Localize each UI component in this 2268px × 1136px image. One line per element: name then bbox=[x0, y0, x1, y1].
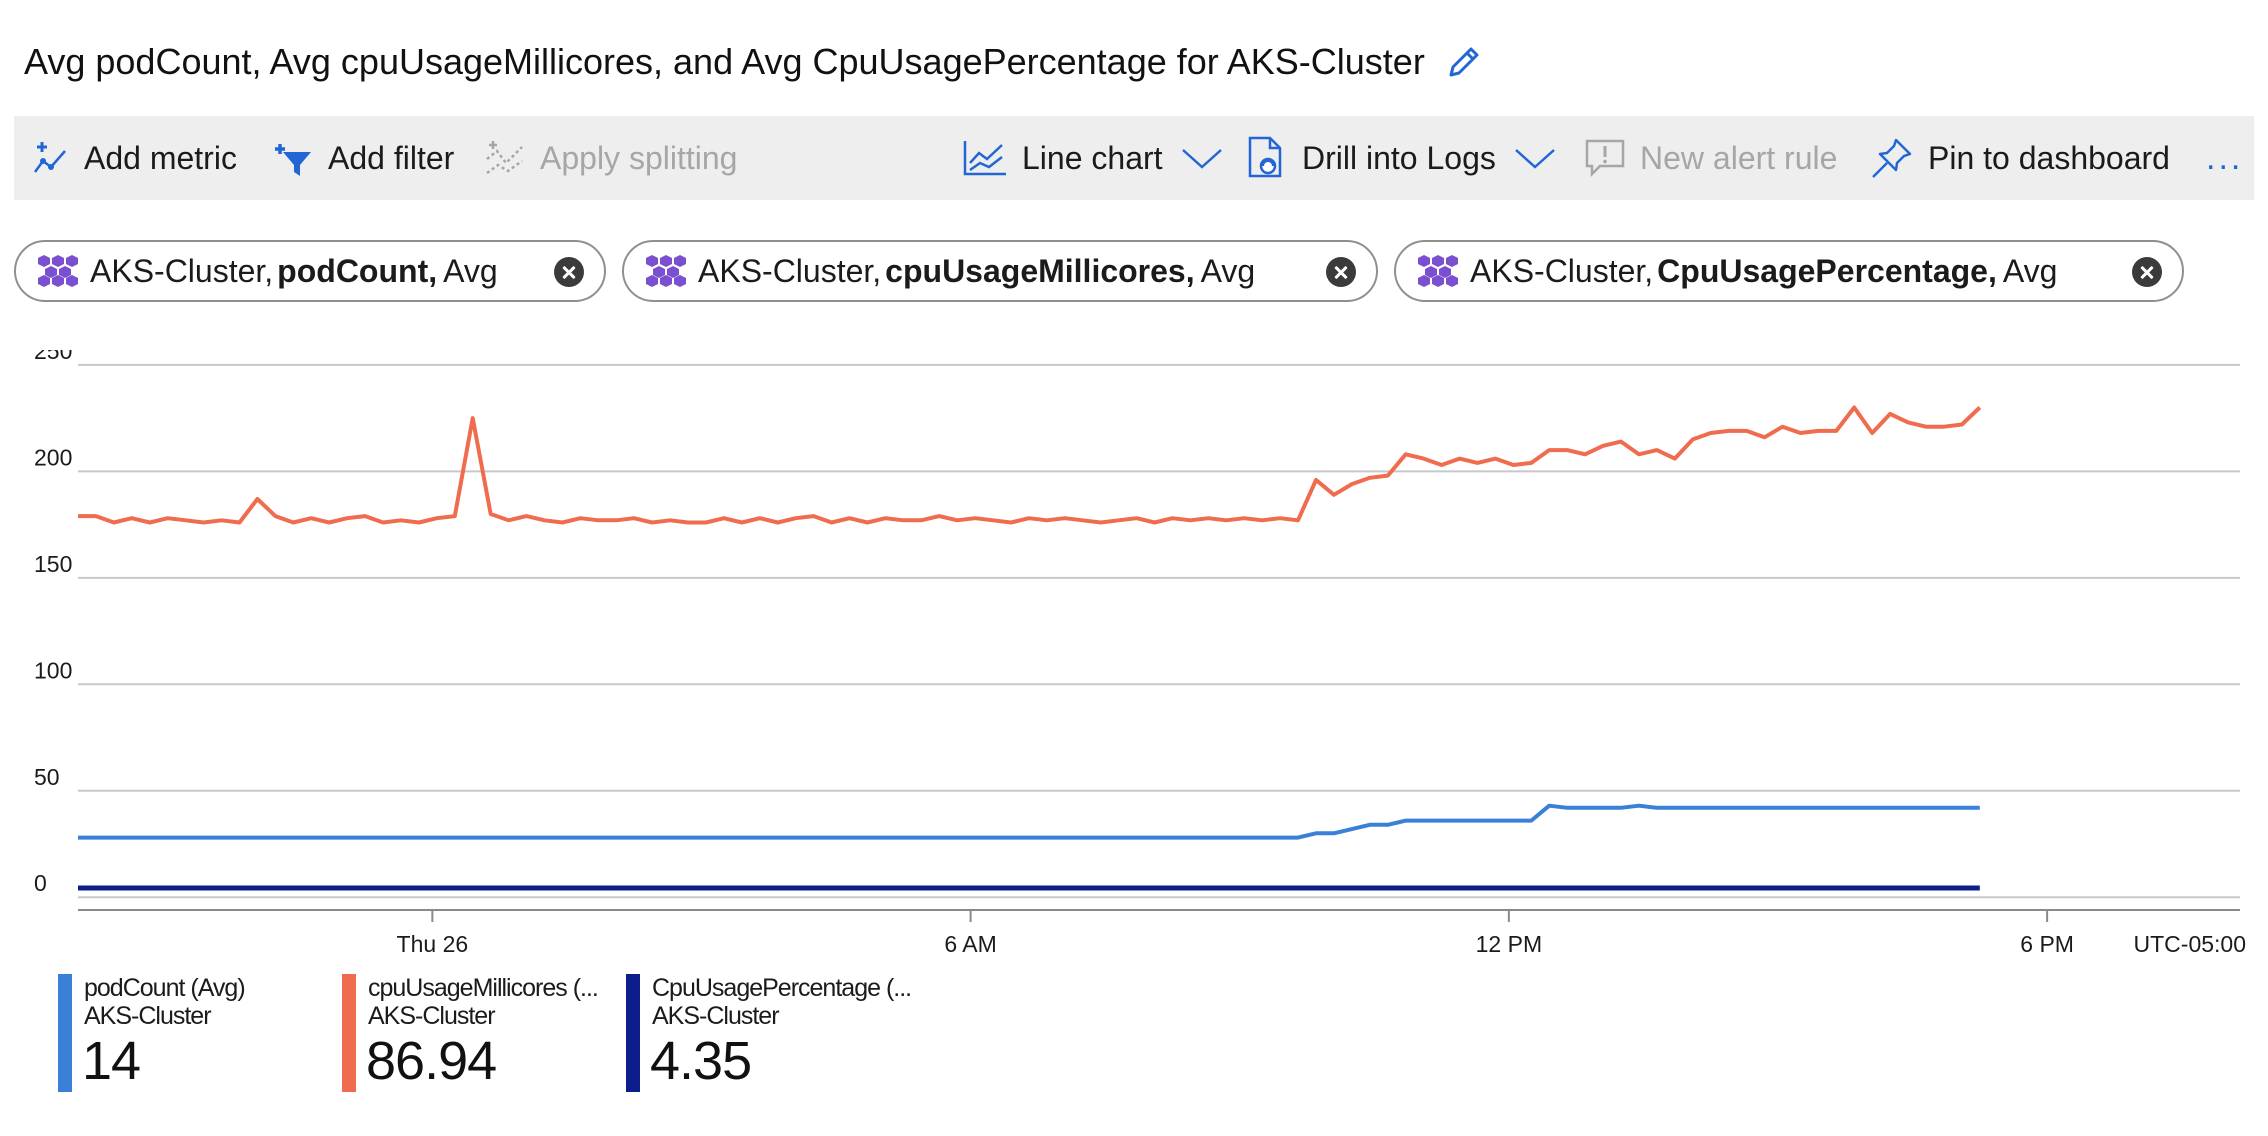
chevron-down-icon bbox=[1181, 149, 1222, 169]
new-alert-rule-label: New alert rule bbox=[1640, 139, 1838, 176]
metric-pill-cpuusagepercentage[interactable]: AKS-Cluster, CpuUsagePercentage, Avg bbox=[1394, 240, 2184, 302]
apply-splitting-label: Apply splitting bbox=[540, 139, 738, 176]
add-metric-button[interactable]: Add metric bbox=[32, 116, 237, 200]
metrics-line-chart[interactable]: 0 50 100 150 200 250 Thu 26 6 AM 12 PM 6 PM UTC-0… bbox=[0, 350, 2268, 960]
apply-splitting-button[interactable]: Apply splitting bbox=[484, 116, 737, 200]
logs-document-icon bbox=[1248, 136, 1282, 178]
y-tick-label: 250 bbox=[34, 350, 72, 364]
add-filter-label: Add filter bbox=[328, 139, 455, 176]
legend-value: 86.94 bbox=[366, 1031, 497, 1091]
y-tick-label: 200 bbox=[34, 444, 72, 470]
legend-resource-name: AKS-Cluster bbox=[652, 1002, 780, 1030]
pill-metric: CpuUsagePercentage, bbox=[1657, 252, 1997, 289]
y-tick-label: 150 bbox=[34, 551, 72, 577]
metrics-toolbar: Add metric Add filter Apply splitting Li… bbox=[14, 116, 2254, 200]
x-tick-label: 12 PM bbox=[1476, 931, 1542, 957]
y-tick-label: 50 bbox=[34, 764, 60, 790]
y-tick-label: 0 bbox=[34, 870, 47, 896]
new-alert-rule-button[interactable]: New alert rule bbox=[1584, 116, 1837, 200]
kubernetes-cluster-icon bbox=[646, 255, 686, 287]
add-filter-button[interactable]: Add filter bbox=[270, 116, 454, 200]
x-axis: Thu 26 6 AM 12 PM 6 PM UTC-05:00 bbox=[78, 909, 2246, 957]
legend-resource-name: AKS-Cluster bbox=[84, 1002, 212, 1030]
timezone-label: UTC-05:00 bbox=[2134, 931, 2246, 957]
remove-metric-close-icon[interactable] bbox=[2132, 257, 2162, 287]
legend-color-swatch bbox=[342, 974, 356, 1092]
series-line-podcount bbox=[78, 803, 1980, 840]
x-tick-label: 6 PM bbox=[2020, 931, 2074, 957]
remove-metric-close-icon[interactable] bbox=[1326, 257, 1356, 287]
edit-pencil-icon[interactable] bbox=[1443, 41, 1485, 83]
legend-value: 14 bbox=[82, 1031, 141, 1091]
x-tick-label: 6 AM bbox=[944, 931, 996, 957]
pill-resource: AKS-Cluster, bbox=[90, 252, 274, 289]
pin-to-dashboard-label: Pin to dashboard bbox=[1928, 139, 2170, 176]
drill-into-logs-dropdown[interactable]: Drill into Logs bbox=[1246, 116, 1556, 200]
pill-resource: AKS-Cluster, bbox=[1470, 252, 1654, 289]
chart-gridlines bbox=[78, 363, 2240, 899]
legend-value: 4.35 bbox=[650, 1031, 752, 1091]
kubernetes-cluster-icon bbox=[1418, 255, 1458, 287]
legend-metric-name: cpuUsageMillicores (... bbox=[368, 974, 599, 1002]
legend-color-swatch bbox=[58, 974, 72, 1092]
legend-metric-name: podCount (Avg) bbox=[84, 974, 246, 1002]
apply-splitting-icon bbox=[486, 141, 523, 175]
chart-title: Avg podCount, Avg cpuUsageMillicores, an… bbox=[24, 41, 1425, 82]
chart-series bbox=[78, 405, 1982, 891]
line-chart-dropdown[interactable]: Line chart bbox=[962, 116, 1223, 200]
legend-color-swatch bbox=[626, 974, 640, 1092]
chevron-down-icon bbox=[1515, 149, 1555, 169]
metric-pill-podcount[interactable]: AKS-Cluster, podCount, Avg bbox=[14, 240, 606, 302]
more-options-label: ... bbox=[2206, 138, 2244, 177]
series-line-cpuusagemillicores bbox=[78, 405, 1982, 525]
pin-to-dashboard-button[interactable]: Pin to dashboard bbox=[1870, 116, 2170, 200]
legend-metric-name: CpuUsagePercentage (... bbox=[652, 974, 912, 1002]
legend-resource-name: AKS-Cluster bbox=[368, 1002, 496, 1030]
line-chart-icon bbox=[963, 141, 1006, 176]
y-axis: 0 50 100 150 200 250 bbox=[34, 350, 72, 896]
pill-resource: AKS-Cluster, bbox=[698, 252, 882, 289]
pill-metric: cpuUsageMillicores, bbox=[885, 252, 1195, 289]
add-filter-icon bbox=[275, 144, 311, 176]
pin-icon bbox=[1872, 138, 1912, 178]
pill-aggregation: Avg bbox=[2002, 252, 2058, 289]
add-metric-icon bbox=[33, 142, 66, 173]
alert-icon bbox=[1585, 139, 1625, 178]
metric-pill-cpuusagemillicores[interactable]: AKS-Cluster, cpuUsageMillicores, Avg bbox=[622, 240, 1378, 302]
pill-aggregation: Avg bbox=[443, 252, 498, 289]
x-tick-label: Thu 26 bbox=[397, 931, 469, 957]
y-tick-label: 100 bbox=[34, 657, 72, 683]
more-options-button[interactable]: ... bbox=[2206, 116, 2243, 200]
add-metric-label: Add metric bbox=[84, 139, 237, 176]
kubernetes-cluster-icon bbox=[38, 255, 78, 287]
drill-into-logs-label: Drill into Logs bbox=[1302, 139, 1496, 176]
line-chart-label: Line chart bbox=[1022, 139, 1163, 176]
pill-metric: podCount, bbox=[277, 252, 438, 289]
pill-aggregation: Avg bbox=[1200, 252, 1256, 289]
remove-metric-close-icon[interactable] bbox=[554, 257, 584, 287]
chart-title-bar: Avg podCount, Avg cpuUsageMillicores, an… bbox=[24, 38, 1485, 86]
